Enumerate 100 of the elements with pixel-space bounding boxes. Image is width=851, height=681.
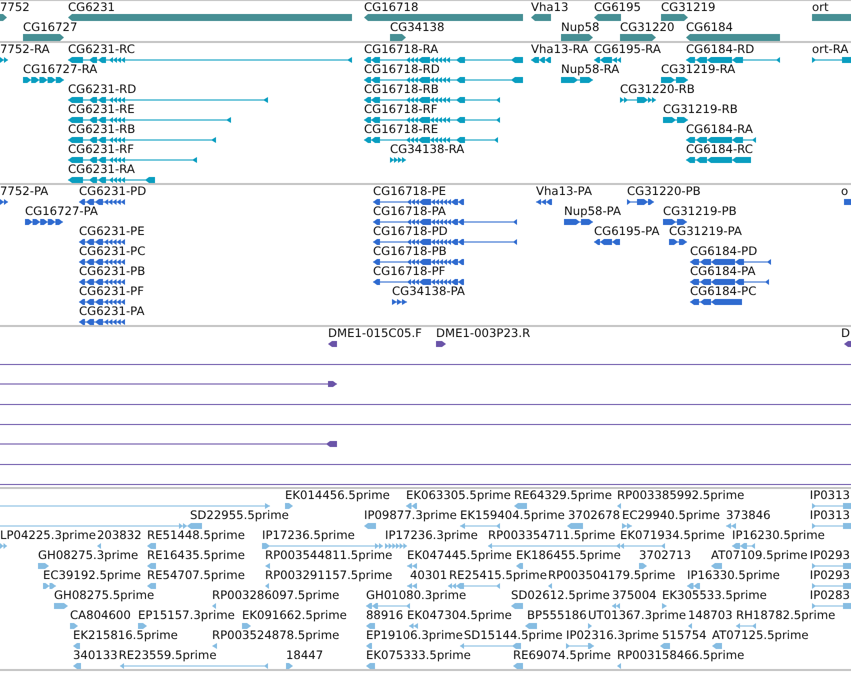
est-glyph[interactable] (460, 523, 500, 529)
est-glyph[interactable] (70, 623, 78, 629)
est-glyph[interactable] (662, 603, 667, 609)
est-glyph[interactable] (366, 643, 372, 649)
transcript-glyph[interactable] (68, 57, 352, 63)
clone-read-glyph[interactable] (436, 341, 446, 347)
est-glyph[interactable] (726, 523, 736, 529)
est-glyph[interactable] (711, 563, 722, 569)
est-glyph[interactable] (732, 543, 755, 549)
est-glyph[interactable] (212, 643, 217, 649)
transcript-glyph[interactable] (686, 137, 756, 143)
est-glyph[interactable] (622, 523, 632, 529)
protein-glyph[interactable] (373, 219, 517, 225)
est-glyph[interactable] (812, 583, 851, 589)
est-glyph[interactable] (138, 623, 147, 629)
est-glyph[interactable] (366, 603, 410, 609)
gene-glyph[interactable] (620, 34, 656, 41)
est-glyph[interactable] (385, 543, 407, 549)
transcript-glyph[interactable] (0, 57, 8, 63)
transcript-glyph[interactable] (812, 57, 851, 63)
transcript-glyph[interactable] (531, 57, 551, 63)
est-glyph[interactable] (525, 623, 537, 629)
est-glyph[interactable] (812, 603, 851, 609)
est-glyph[interactable] (97, 543, 101, 549)
est-glyph[interactable] (54, 603, 68, 609)
est-glyph[interactable] (242, 623, 251, 629)
protein-glyph[interactable] (392, 299, 407, 305)
protein-glyph[interactable] (669, 239, 687, 245)
protein-glyph[interactable] (79, 319, 125, 325)
est-glyph[interactable] (409, 623, 418, 629)
est-glyph[interactable] (38, 563, 49, 569)
protein-glyph[interactable] (373, 199, 464, 205)
est-glyph[interactable] (0, 543, 7, 549)
est-glyph[interactable] (812, 503, 851, 509)
est-glyph[interactable] (285, 503, 293, 509)
est-glyph[interactable] (548, 583, 552, 589)
est-glyph[interactable] (265, 563, 270, 569)
est-glyph[interactable] (812, 563, 851, 569)
est-glyph[interactable] (406, 503, 417, 509)
est-glyph[interactable] (265, 583, 269, 589)
transcript-glyph[interactable] (364, 57, 523, 63)
protein-glyph[interactable] (79, 259, 125, 265)
est-glyph[interactable] (187, 523, 202, 529)
est-glyph[interactable] (567, 523, 583, 529)
est-glyph[interactable] (516, 563, 523, 569)
est-glyph[interactable] (366, 663, 375, 669)
protein-glyph[interactable] (373, 279, 464, 285)
est-glyph[interactable] (366, 623, 375, 629)
clone-read-glyph[interactable] (328, 341, 337, 347)
protein-glyph[interactable] (690, 299, 742, 305)
transcript-glyph[interactable] (594, 57, 621, 63)
transcript-glyph[interactable] (663, 117, 688, 123)
transcript-glyph[interactable] (364, 117, 500, 123)
gene-glyph[interactable] (531, 14, 551, 21)
transcript-glyph[interactable] (68, 97, 268, 103)
transcript-glyph[interactable] (23, 77, 64, 83)
gene-glyph[interactable] (390, 34, 406, 41)
clone-read-glyph[interactable] (844, 341, 851, 347)
est-glyph[interactable] (511, 603, 523, 609)
gene-glyph[interactable] (23, 34, 64, 41)
est-glyph[interactable] (460, 643, 521, 649)
est-glyph[interactable] (407, 583, 417, 589)
est-glyph[interactable] (617, 503, 621, 509)
est-glyph[interactable] (0, 503, 270, 509)
est-glyph[interactable] (364, 523, 376, 529)
est-glyph[interactable] (488, 543, 620, 549)
protein-glyph[interactable] (627, 199, 654, 205)
transcript-glyph[interactable] (390, 157, 406, 163)
transcript-glyph[interactable] (661, 77, 688, 83)
transcript-glyph[interactable] (686, 157, 751, 163)
gene-glyph[interactable] (561, 34, 593, 41)
protein-glyph[interactable] (25, 219, 63, 225)
est-glyph[interactable] (617, 663, 621, 669)
est-glyph[interactable] (513, 663, 523, 669)
protein-glyph[interactable] (373, 259, 464, 265)
est-glyph[interactable] (448, 583, 500, 589)
transcript-glyph[interactable] (68, 157, 197, 163)
est-glyph[interactable] (73, 663, 81, 669)
est-glyph[interactable] (147, 583, 156, 589)
transcript-glyph[interactable] (686, 57, 780, 63)
est-glyph[interactable] (43, 583, 56, 589)
est-glyph[interactable] (620, 543, 665, 549)
protein-glyph[interactable] (690, 259, 771, 265)
transcript-glyph[interactable] (561, 77, 593, 83)
est-glyph[interactable] (566, 643, 594, 649)
est-glyph[interactable] (286, 663, 293, 669)
est-glyph[interactable] (262, 543, 383, 549)
est-glyph[interactable] (407, 563, 417, 569)
est-glyph[interactable] (712, 643, 722, 649)
transcript-glyph[interactable] (68, 137, 216, 143)
protein-glyph[interactable] (373, 239, 517, 245)
transcript-glyph[interactable] (364, 97, 500, 103)
est-glyph[interactable] (147, 563, 156, 569)
protein-glyph[interactable] (79, 299, 125, 305)
est-glyph[interactable] (588, 623, 592, 629)
protein-glyph[interactable] (536, 199, 552, 205)
protein-glyph[interactable] (663, 219, 687, 225)
protein-glyph[interactable] (79, 199, 125, 205)
est-glyph[interactable] (73, 643, 80, 649)
est-glyph[interactable] (812, 523, 851, 529)
